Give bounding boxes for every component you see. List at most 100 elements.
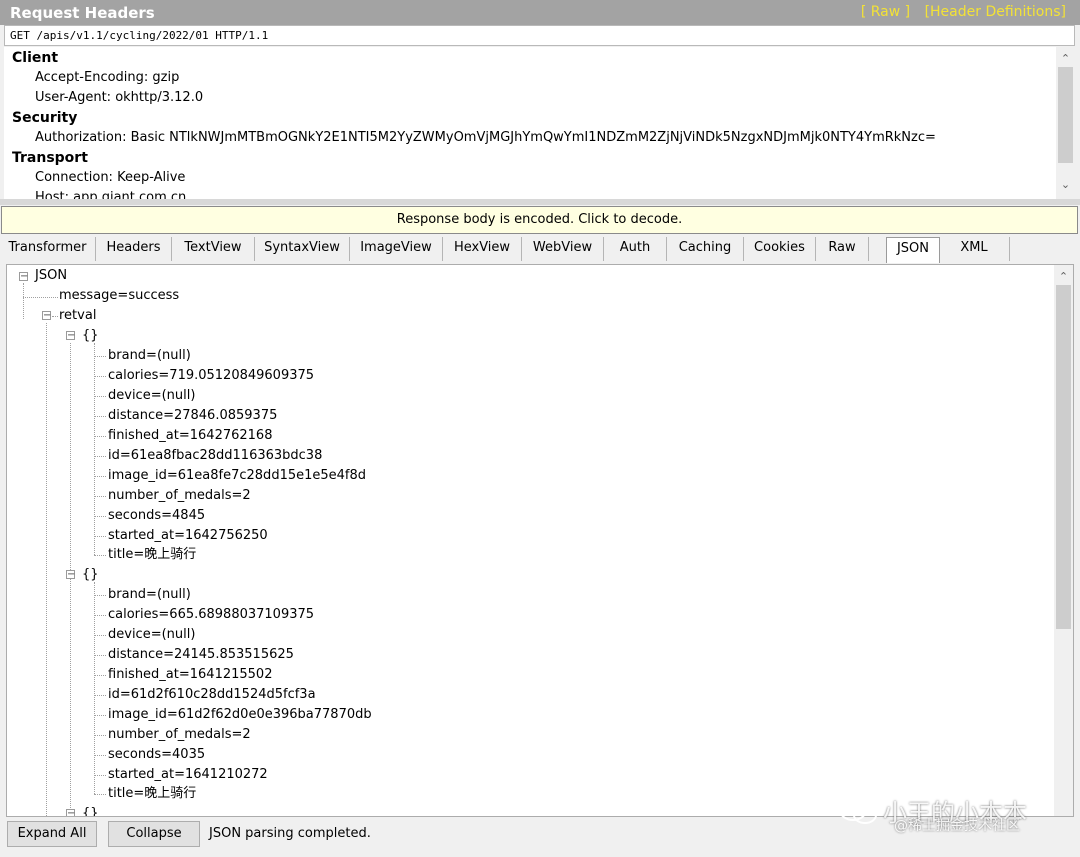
collapse-toggle-icon[interactable]: −: [66, 570, 75, 580]
tree-connector: [46, 323, 47, 816]
decode-banner[interactable]: Response body is encoded. Click to decod…: [1, 206, 1078, 234]
json-leaf-node[interactable]: title=晚上骑行: [108, 784, 196, 804]
tree-connector: [94, 396, 106, 397]
scroll-up-icon[interactable]: ⌃: [1054, 269, 1073, 285]
json-leaf-node[interactable]: calories=719.05120849609375: [108, 366, 314, 386]
collapse-toggle-icon[interactable]: −: [66, 809, 75, 816]
json-leaf-node[interactable]: id=61ea8fbac28dd116363bdc38: [108, 446, 322, 466]
json-tree[interactable]: − JSON message=success − retval − {} bra…: [6, 264, 1074, 817]
json-leaf-node[interactable]: number_of_medals=2: [108, 486, 251, 506]
tree-scrollbar[interactable]: ⌃: [1054, 265, 1073, 816]
tree-connector: [94, 794, 106, 795]
tree-connector: [94, 536, 106, 537]
tree-connector: [94, 635, 106, 636]
pane-splitter[interactable]: [0, 199, 1080, 205]
headers-scrollbar[interactable]: ⌃ ⌄: [1056, 47, 1075, 199]
tree-scroll-thumb[interactable]: [1056, 285, 1071, 629]
header-item: User-Agent: okhttp/3.12.0: [35, 90, 204, 105]
tab-cookies[interactable]: Cookies: [744, 237, 816, 261]
header-item: Host: app.giant.com.cn: [35, 190, 187, 199]
json-leaf-node[interactable]: image_id=61ea8fe7c28dd15e1e5e4f8d: [108, 466, 366, 486]
request-line: GET /apis/v1.1/cycling/2022/01 HTTP/1.1: [4, 25, 1075, 46]
tree-connector: [94, 675, 106, 676]
header-item: Authorization: Basic NTlkNWJmMTBmOGNkY2E…: [35, 130, 936, 145]
request-headers-panel: Client Accept-Encoding: gzip User-Agent:…: [4, 47, 1075, 199]
json-object-node[interactable]: {}: [82, 565, 99, 585]
tree-connector: [94, 356, 106, 357]
json-leaf-node[interactable]: brand=(null): [108, 346, 191, 366]
tree-connector: [23, 283, 24, 319]
tree-connector: [94, 615, 106, 616]
tree-connector: [94, 755, 106, 756]
tree-connector: [94, 376, 106, 377]
json-leaf-node[interactable]: id=61d2f610c28dd1524d5fcf3a: [108, 685, 316, 705]
tab-caching[interactable]: Caching: [667, 237, 744, 261]
collapse-toggle-icon[interactable]: −: [42, 311, 51, 321]
tree-connector: [52, 316, 58, 317]
json-leaf-node[interactable]: title=晚上骑行: [108, 545, 196, 565]
bottom-bar: Expand All Collapse JSON parsing complet…: [0, 818, 1080, 857]
header-links: [ Raw ] [Header Definitions]: [851, 4, 1066, 20]
tree-connector: [23, 297, 58, 298]
tree-connector: [94, 775, 106, 776]
header-item: Connection: Keep-Alive: [35, 170, 186, 185]
tree-connector: [94, 555, 106, 556]
json-leaf-node[interactable]: image_id=61d2f62d0e0e396ba77870db: [108, 705, 372, 725]
request-headers-title: Request Headers: [10, 4, 155, 22]
json-leaf-node[interactable]: distance=24145.853515625: [108, 645, 294, 665]
json-leaf-node[interactable]: distance=27846.0859375: [108, 406, 277, 426]
tab-imageview[interactable]: ImageView: [350, 237, 443, 261]
tree-connector: [94, 715, 106, 716]
json-object-node[interactable]: {}: [82, 326, 99, 346]
json-leaf-node[interactable]: started_at=1641210272: [108, 765, 268, 785]
tab-auth[interactable]: Auth: [604, 237, 667, 261]
status-text: JSON parsing completed.: [209, 826, 371, 841]
json-leaf-node[interactable]: brand=(null): [108, 585, 191, 605]
json-object-node[interactable]: {}: [82, 804, 99, 816]
json-leaf-node[interactable]: seconds=4845: [108, 506, 205, 526]
tree-connector: [70, 343, 71, 816]
json-leaf-node[interactable]: seconds=4035: [108, 745, 205, 765]
tab-json[interactable]: JSON: [886, 237, 940, 263]
json-leaf-node[interactable]: started_at=1642756250: [108, 526, 268, 546]
expand-all-button[interactable]: Expand All: [7, 821, 97, 847]
tab-headers[interactable]: Headers: [96, 237, 172, 261]
headers-scroll-thumb[interactable]: [1058, 67, 1073, 163]
json-leaf-node[interactable]: calories=665.68988037109375: [108, 605, 314, 625]
tab-hexview[interactable]: HexView: [443, 237, 522, 261]
tab-raw[interactable]: Raw: [816, 237, 869, 261]
tree-connector: [94, 582, 95, 794]
header-definitions-link[interactable]: [Header Definitions]: [925, 4, 1066, 20]
tree-connector: [94, 735, 106, 736]
header-group-security[interactable]: Security: [12, 108, 77, 128]
tree-connector: [94, 416, 106, 417]
collapse-button[interactable]: Collapse: [108, 821, 200, 847]
header-group-transport[interactable]: Transport: [12, 148, 88, 168]
tree-connector: [94, 496, 106, 497]
tree-connector: [94, 456, 106, 457]
json-leaf-node[interactable]: finished_at=1641215502: [108, 665, 272, 685]
tab-xml[interactable]: XML: [939, 237, 1010, 261]
header-item: Accept-Encoding: gzip: [35, 70, 180, 85]
tree-connector: [94, 476, 106, 477]
tree-connector: [94, 516, 106, 517]
scroll-down-icon[interactable]: ⌄: [1056, 177, 1075, 193]
response-tabs: Transformer Headers TextView SyntaxView …: [0, 237, 1080, 263]
raw-link[interactable]: [ Raw ]: [861, 4, 910, 20]
request-headers-bar: Request Headers [ Raw ] [Header Definiti…: [0, 0, 1080, 25]
tab-transformer[interactable]: Transformer: [0, 237, 96, 261]
collapse-toggle-icon[interactable]: −: [19, 272, 28, 282]
json-leaf-node[interactable]: device=(null): [108, 386, 195, 406]
tab-webview[interactable]: WebView: [522, 237, 604, 261]
tab-textview[interactable]: TextView: [172, 237, 255, 261]
header-group-client[interactable]: Client: [12, 48, 58, 68]
json-leaf-node[interactable]: device=(null): [108, 625, 195, 645]
collapse-toggle-icon[interactable]: −: [66, 331, 75, 341]
json-leaf-node[interactable]: number_of_medals=2: [108, 725, 251, 745]
json-root-node[interactable]: JSON: [35, 266, 67, 286]
json-message-node[interactable]: message=success: [59, 286, 179, 306]
tab-syntaxview[interactable]: SyntaxView: [255, 237, 350, 261]
json-retval-node[interactable]: retval: [59, 306, 96, 326]
json-leaf-node[interactable]: finished_at=1642762168: [108, 426, 272, 446]
scroll-up-icon[interactable]: ⌃: [1056, 51, 1075, 67]
